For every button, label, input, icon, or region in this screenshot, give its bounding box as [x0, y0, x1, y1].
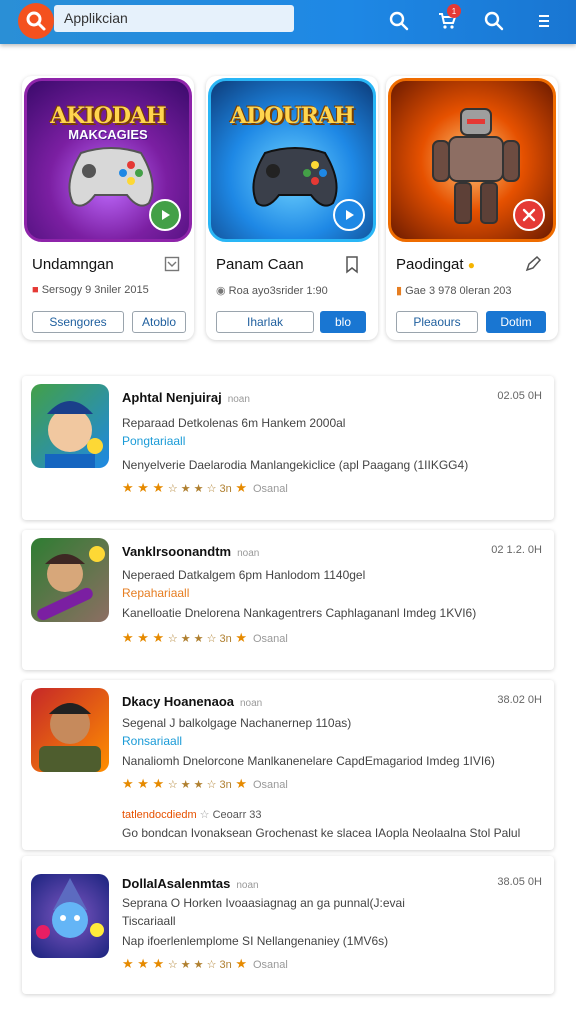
featured-card-3[interactable]: Paodingat ● ▮ Gae 3 978 0leran 203 Pleao…	[386, 76, 558, 340]
tools-icon[interactable]	[513, 199, 545, 231]
art-subtitle: MAKCAGIES	[68, 127, 148, 142]
star-rating: ★ ★ ★ ☆ ★ ★ ☆ 3n ★ Osanal	[122, 630, 288, 645]
primary-button[interactable]: blo	[320, 311, 366, 333]
share-icon[interactable]	[524, 255, 542, 273]
app-icon-image	[31, 538, 109, 622]
app-icon-image	[31, 384, 109, 468]
clock-icon: ◉	[216, 285, 226, 297]
category-label[interactable]: Tiscariaall	[122, 914, 176, 928]
description-line: Neperaed Datkalgem 6pm Hanlodom 1140gel	[122, 568, 366, 582]
secondary-button[interactable]: Pleaours	[396, 311, 478, 333]
category-label[interactable]: Ronsariaall	[122, 734, 182, 748]
app-meta: ▮ Gae 3 978 0leran 203	[396, 285, 512, 297]
star-rating: ★ ★ ★ ☆ ★ ★ ☆ 3n ★ Osanal	[122, 480, 288, 495]
art-title: ADOURAH	[230, 103, 355, 129]
list-item[interactable]: DollaIAsalenmtas noan 38.05 0H Seprana O …	[22, 856, 554, 994]
search-icon-secondary[interactable]	[483, 10, 505, 32]
multicolor-icon: ■	[32, 284, 39, 296]
list-item[interactable]: Aphtal Nenjuiraj noan 02.05 0H Reparaad D…	[22, 376, 554, 520]
app-name: Panam Caan	[216, 256, 304, 273]
date-label: 02.05 0H	[497, 390, 542, 402]
top-app-bar: Applikcian 1	[0, 0, 576, 44]
date-label: 38.02 0H	[497, 694, 542, 706]
featured-card-1[interactable]: AKIODAH MAKCAGIES Undamngan ■ Sersogy 9 …	[22, 76, 194, 340]
featured-card-2[interactable]: ADOURAH Panam Caan ◉ Roa ayo3srider 1:90…	[206, 76, 378, 340]
app-icon-image	[31, 874, 109, 958]
play-icon[interactable]	[333, 199, 365, 231]
detail-line: Nanaliomh Dnelorcone Manlkanenelare Capd…	[122, 754, 495, 768]
menu-icon[interactable]	[533, 10, 555, 32]
tertiary-button[interactable]: Atoblo	[132, 311, 186, 333]
list-item[interactable]: Vanklrsoonandtm noan 02 1.2. 0H Neperaed …	[22, 530, 554, 670]
category-label[interactable]: Repahariaall	[122, 586, 189, 600]
extra-info: tatlendocdiedm ☆ Ceoarr 33	[122, 809, 262, 821]
gamepad-icon	[68, 147, 154, 207]
secondary-button[interactable]: Ssengores	[32, 311, 124, 333]
app-name: Undamngan	[32, 256, 114, 273]
primary-button[interactable]: Dotim	[486, 311, 546, 333]
star-rating: ★ ★ ★ ☆ ★ ★ ☆ 3n ★ Osanal	[122, 956, 288, 971]
play-icon[interactable]	[149, 199, 181, 231]
date-label: 02 1.2. 0H	[491, 544, 542, 556]
description-line: Segenal J balkolgage Nachanernep 110as)	[122, 716, 352, 730]
star-rating: ★ ★ ★ ☆ ★ ★ ☆ 3n ★ Osanal	[122, 776, 288, 791]
app-title: Dkacy Hoanenaoa noan	[122, 694, 263, 709]
app-title: Aphtal Nenjuiraj noan	[122, 390, 250, 405]
app-name: Paodingat ●	[396, 256, 475, 273]
search-input[interactable]: Applikcian	[54, 5, 294, 32]
checkbox-icon[interactable]	[164, 256, 180, 272]
app-title: Vanklrsoonandtm noan	[122, 544, 260, 559]
flag-icon: ▮	[396, 285, 403, 297]
coin-icon: ●	[467, 258, 475, 272]
app-meta: ◉ Roa ayo3srider 1:90	[216, 285, 328, 297]
detail-line: Kanelloatie Dnelorena Nankagentrers Caph…	[122, 606, 477, 620]
description-line: Seprana O Horken Ivoaasiagnag an ga punn…	[122, 896, 405, 910]
list-item[interactable]: Dkacy Hoanenaoa noan 38.02 0H Segenal J b…	[22, 680, 554, 850]
gamepad-icon	[252, 147, 338, 207]
game-art-image: ADOURAH	[208, 78, 376, 242]
extra-line: Go bondcan Ivonaksean Grochenast ke slac…	[122, 826, 521, 840]
detail-line: Nenyelverie Daelarodia Manlangekiclice (…	[122, 458, 469, 472]
detail-line: Nap ifoerlenlemplome SI Nellangenaniey (…	[122, 934, 389, 948]
search-icon[interactable]	[388, 10, 410, 32]
game-art-image: AKIODAH MAKCAGIES	[24, 78, 192, 242]
app-icon-image	[31, 688, 109, 772]
cart-badge: 1	[447, 4, 461, 18]
art-title: AKIODAH	[50, 103, 167, 129]
app-meta: ■ Sersogy 9 3niler 2015	[32, 284, 149, 296]
app-logo-icon[interactable]	[18, 3, 54, 39]
robot-warrior-icon	[432, 108, 520, 224]
date-label: 38.05 0H	[497, 876, 542, 888]
secondary-button[interactable]: Iharlak	[216, 311, 314, 333]
app-title: DollaIAsalenmtas noan	[122, 876, 259, 891]
category-label[interactable]: Pongtariaall	[122, 434, 185, 448]
game-art-image	[388, 78, 556, 242]
bookmark-icon[interactable]	[344, 256, 360, 274]
description-line: Reparaad Detkolenas 6m Hankem 2000al	[122, 416, 346, 430]
